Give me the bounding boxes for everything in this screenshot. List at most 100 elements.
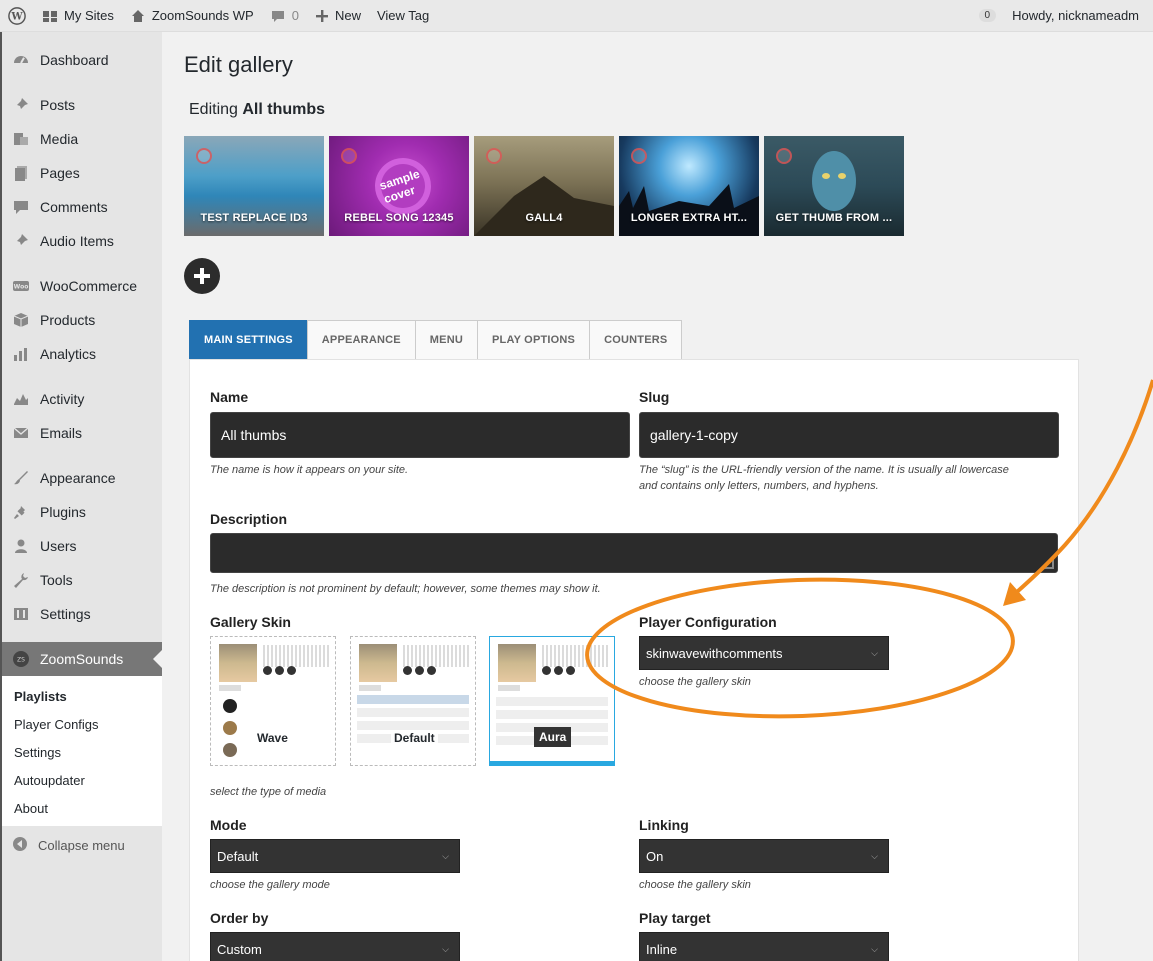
sidebar-item-label: Appearance	[40, 470, 116, 486]
remove-icon[interactable]	[196, 148, 212, 164]
pages-icon	[12, 164, 30, 182]
comments-link[interactable]: 0	[262, 0, 307, 32]
new-content-link[interactable]: New	[307, 0, 369, 32]
site-name-link[interactable]: ZoomSounds WP	[122, 0, 262, 32]
resize-handle[interactable]	[1044, 559, 1054, 569]
chevron-down-icon: ⌵	[442, 851, 449, 861]
user-icon	[12, 537, 30, 555]
player-config-select[interactable]: skinwavewithcomments ⌵	[639, 636, 889, 670]
linking-help: choose the gallery skin	[639, 879, 751, 891]
sidebar-item-label: Emails	[40, 425, 83, 441]
my-sites-link[interactable]: My Sites	[34, 0, 122, 32]
skin-preview-download	[498, 685, 520, 691]
comment-icon	[270, 8, 286, 24]
sites-icon	[42, 8, 58, 24]
skin-preview-waveform	[403, 645, 469, 667]
sidebar-item-zoomsounds[interactable]: ZS ZoomSounds	[2, 642, 162, 676]
notifications[interactable]: 0	[971, 0, 1005, 32]
mode-help: choose the gallery mode	[210, 879, 330, 891]
sidebar-item-products[interactable]: Products	[2, 303, 162, 337]
tab-counters[interactable]: COUNTERS	[589, 320, 683, 360]
submenu-autoupdater[interactable]: Autoupdater	[2, 766, 162, 794]
sidebar-item-label: Pages	[40, 165, 80, 181]
gallery-thumb[interactable]: GET THUMB FROM ...	[764, 136, 904, 236]
sidebar-item-settings[interactable]: Settings	[2, 597, 162, 631]
pin-icon	[12, 232, 30, 250]
sidebar-item-comments[interactable]: Comments	[2, 190, 162, 224]
thumb-title: TEST REPLACE ID3	[200, 212, 308, 224]
remove-icon[interactable]	[486, 148, 502, 164]
skin-option-default[interactable]: Default	[350, 636, 476, 766]
sidebar-item-analytics[interactable]: Analytics	[2, 337, 162, 371]
name-input[interactable]: All thumbs	[210, 412, 630, 458]
sidebar-item-label: Users	[40, 538, 77, 554]
remove-icon[interactable]	[776, 148, 792, 164]
sidebar-item-plugins[interactable]: Plugins	[2, 495, 162, 529]
skin-option-wave[interactable]: Wave	[210, 636, 336, 766]
linking-select[interactable]: On ⌵	[639, 839, 889, 873]
box-icon	[12, 311, 30, 329]
order-by-label: Order by	[210, 910, 269, 926]
sidebar-item-tools[interactable]: Tools	[2, 563, 162, 597]
thumb-title: LONGER EXTRA HT...	[630, 212, 748, 224]
gallery-thumb[interactable]: LONGER EXTRA HT...	[619, 136, 759, 236]
view-tag-link[interactable]: View Tag	[369, 0, 437, 32]
tab-appearance[interactable]: APPEARANCE	[306, 320, 415, 360]
description-textarea[interactable]	[210, 533, 1058, 573]
chevron-down-icon: ⌵	[871, 851, 878, 861]
sidebar-item-dashboard[interactable]: Dashboard	[2, 43, 162, 77]
slug-input[interactable]: gallery-1-copy	[639, 412, 1059, 458]
tab-main-settings[interactable]: MAIN SETTINGS	[189, 320, 307, 360]
mode-select[interactable]: Default ⌵	[210, 839, 460, 873]
svg-text:ZS: ZS	[17, 657, 25, 664]
account-menu[interactable]: Howdy, nicknameadm	[1004, 0, 1153, 32]
play-target-label: Play target	[639, 910, 711, 926]
order-by-select[interactable]: Custom ⌵	[210, 932, 460, 961]
linking-label: Linking	[639, 817, 689, 833]
sidebar-item-pages[interactable]: Pages	[2, 156, 162, 190]
gallery-thumb[interactable]: TEST REPLACE ID3	[184, 136, 324, 236]
sidebar-item-posts[interactable]: Posts	[2, 88, 162, 122]
sidebar-item-activity[interactable]: Activity	[2, 382, 162, 416]
comments-count: 0	[291, 8, 299, 23]
settings-panel: Name All thumbs The name is how it appea…	[189, 359, 1079, 961]
play-target-select[interactable]: Inline ⌵	[639, 932, 889, 961]
new-label: New	[334, 8, 361, 23]
settings-icon	[12, 605, 30, 623]
tab-play-options[interactable]: PLAY OPTIONS	[477, 320, 590, 360]
sidebar-item-appearance[interactable]: Appearance	[2, 461, 162, 495]
gallery-thumbs: TEST REPLACE ID3 sample cover REBEL SONG…	[184, 136, 904, 236]
wordpress-logo[interactable]: W	[0, 0, 34, 32]
submenu-about[interactable]: About	[2, 794, 162, 822]
add-item-button[interactable]	[184, 258, 220, 294]
gallery-thumb[interactable]: GALL4	[474, 136, 614, 236]
svg-text:Woo: Woo	[14, 284, 29, 291]
sidebar-item-audio-items[interactable]: Audio Items	[2, 224, 162, 258]
play-target-value: Inline	[646, 941, 678, 957]
admin-bar: W My Sites ZoomSounds WP 0 New View Tag …	[0, 0, 1153, 32]
collapse-menu-button[interactable]: Collapse menu	[2, 828, 162, 862]
gallery-thumb[interactable]: sample cover REBEL SONG 12345	[329, 136, 469, 236]
sidebar-item-label: Media	[40, 131, 79, 147]
sample-cover-art: sample cover	[367, 150, 439, 222]
tab-menu[interactable]: MENU	[414, 320, 477, 360]
pin-icon	[12, 96, 30, 114]
skin-preview-art	[498, 644, 536, 682]
submenu-playlists[interactable]: Playlists	[2, 682, 162, 710]
sidebar-item-label: Settings	[40, 606, 91, 622]
bar-chart-icon	[12, 345, 30, 363]
remove-icon[interactable]	[631, 148, 647, 164]
editing-prefix: Editing	[189, 101, 238, 118]
sidebar-item-woocommerce[interactable]: Woo WooCommerce	[2, 269, 162, 303]
slug-label: Slug	[639, 389, 670, 405]
sidebar-item-emails[interactable]: Emails	[2, 416, 162, 450]
chevron-down-icon: ⌵	[871, 648, 878, 658]
sidebar-item-users[interactable]: Users	[2, 529, 162, 563]
submenu-settings[interactable]: Settings	[2, 738, 162, 766]
svg-text:W: W	[10, 11, 23, 22]
sidebar-item-media[interactable]: Media	[2, 122, 162, 156]
submenu-player-configs[interactable]: Player Configs	[2, 710, 162, 738]
plug-icon	[12, 503, 30, 521]
remove-icon[interactable]	[341, 148, 357, 164]
skin-option-aura[interactable]: Aura	[489, 636, 615, 766]
